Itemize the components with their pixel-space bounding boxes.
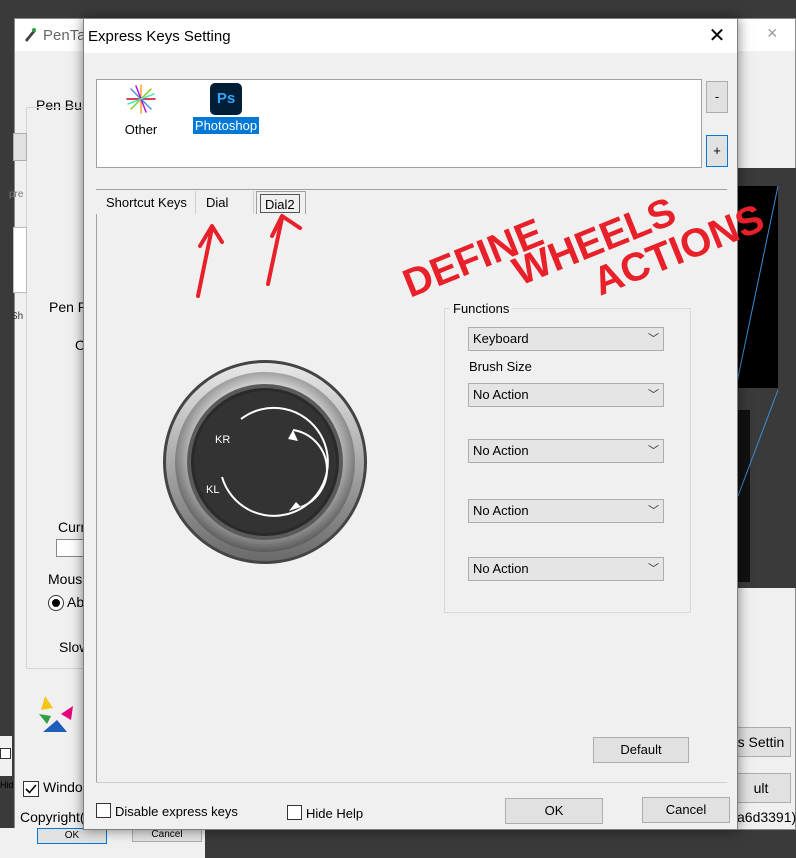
tab-strip-line xyxy=(96,189,727,190)
app-list: Other Ps Photoshop xyxy=(96,79,702,168)
express-keys-dialog: Express Keys Setting ✕ Other Ps Photosho… xyxy=(83,18,738,830)
chevron-down-icon: ﹀ xyxy=(648,389,659,401)
windows-ink-checkbox[interactable] xyxy=(23,781,39,797)
action-select-4-value: No Action xyxy=(473,561,529,576)
build-hash-label: a6d3391) xyxy=(737,809,796,825)
cancel-button[interactable]: Cancel xyxy=(642,797,730,823)
functions-select-value: Keyboard xyxy=(473,331,529,346)
dial-kr-label: KR xyxy=(215,434,230,446)
action-select-1-value: No Action xyxy=(473,387,529,402)
pentablet-app-icon xyxy=(25,28,36,42)
left-edge-panel xyxy=(0,736,12,776)
brush-size-label: Brush Size xyxy=(469,359,532,374)
pentablet-close-icon[interactable]: × xyxy=(767,23,778,44)
action-select-2-value: No Action xyxy=(473,443,529,458)
disable-express-keys-checkbox[interactable] xyxy=(96,803,111,818)
copyright-label: Copyright( xyxy=(20,809,85,825)
pen-preview-box xyxy=(13,227,27,293)
pentablet-title: PenTal xyxy=(43,27,89,44)
bg-cancel-button[interactable]: Cancel xyxy=(132,828,202,842)
default-button[interactable]: Default xyxy=(593,737,689,763)
absolute-label: Ab xyxy=(67,594,85,610)
chevron-down-icon: ﹀ xyxy=(648,563,659,575)
action-select-3[interactable]: No Action ﹀ xyxy=(468,499,664,523)
app-item-photoshop[interactable]: Ps Photoshop xyxy=(186,82,266,134)
action-select-3-value: No Action xyxy=(473,503,529,518)
action-select-1[interactable]: No Action ﹀ xyxy=(468,383,664,407)
xppen-logo-icon xyxy=(39,696,73,732)
dial-wheel-graphic: KR KL xyxy=(163,360,367,564)
app-item-other[interactable]: Other xyxy=(101,82,181,138)
hide-label: Hid xyxy=(0,780,14,790)
mouse-label: Mous xyxy=(48,571,83,587)
functions-select[interactable]: Keyboard ﹀ xyxy=(468,327,664,351)
action-select-2[interactable]: No Action ﹀ xyxy=(468,439,664,463)
pre-label: pre xyxy=(9,189,24,200)
bottom-strip: OK Cancel xyxy=(0,828,205,858)
dial-kl-label: KL xyxy=(206,484,219,496)
windows-ink-label: Windo xyxy=(43,779,83,795)
chevron-down-icon: ﹀ xyxy=(648,505,659,517)
app-label-photoshop: Photoshop xyxy=(192,117,260,134)
dialog-close-icon[interactable]: ✕ xyxy=(702,23,732,49)
photoshop-icon: Ps xyxy=(210,83,242,115)
functions-label: Functions xyxy=(450,301,513,316)
action-select-4[interactable]: No Action ﹀ xyxy=(468,557,664,581)
tab-dial2[interactable]: Dial2 xyxy=(260,194,300,213)
hide-help-label: Hide Help xyxy=(306,806,364,821)
pen-button-slot[interactable] xyxy=(13,133,27,161)
tab-dial[interactable]: Dial xyxy=(198,191,254,214)
hide-help-checkbox[interactable] xyxy=(287,805,302,820)
disable-express-keys-label: Disable express keys xyxy=(115,804,238,819)
app-label-other: Other xyxy=(124,122,158,137)
dialog-title: Express Keys Setting xyxy=(88,28,231,45)
settings-button[interactable]: s Settin xyxy=(731,727,791,757)
absolute-radio[interactable] xyxy=(48,595,64,611)
sh-label: Sh xyxy=(11,311,24,322)
hide-help-row[interactable]: Hide Help xyxy=(287,805,363,821)
tab-pane-border xyxy=(96,214,97,782)
check-icon xyxy=(25,784,37,794)
bg-ok-button[interactable]: OK xyxy=(37,828,107,844)
left-edge-checkbox[interactable] xyxy=(0,748,11,759)
remove-app-button[interactable]: - xyxy=(706,81,728,113)
tab-shortcut-keys[interactable]: Shortcut Keys xyxy=(98,191,196,214)
chevron-down-icon: ﹀ xyxy=(648,333,659,345)
disable-express-keys-row[interactable]: Disable express keys xyxy=(96,803,238,819)
pen-pressure-label: Pen P xyxy=(49,299,88,315)
other-app-icon xyxy=(126,84,156,114)
bg-default-button[interactable]: ult xyxy=(731,773,791,803)
tab-pane-bottom xyxy=(96,782,727,783)
add-app-button[interactable]: + xyxy=(706,135,728,167)
canvas-line xyxy=(729,186,779,497)
chevron-down-icon: ﹀ xyxy=(648,445,659,457)
ok-button[interactable]: OK xyxy=(505,798,603,824)
current-label: Curr xyxy=(58,519,86,535)
